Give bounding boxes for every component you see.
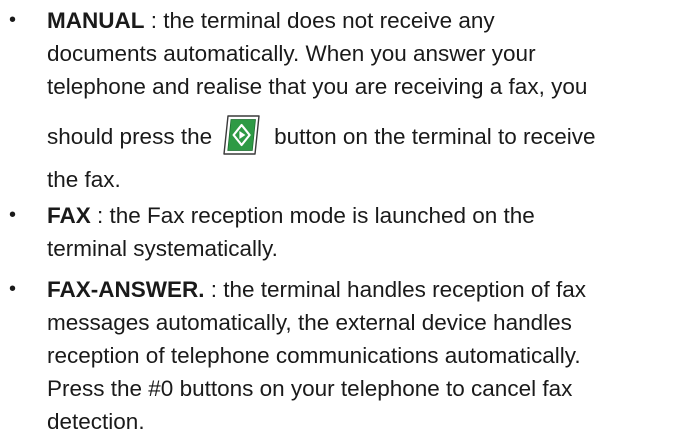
manual-line-1: MANUAL : the terminal does not receive a…: [47, 4, 672, 37]
fax-answer-line-1: FAX-ANSWER. : the terminal handles recep…: [47, 273, 672, 306]
term-fax: FAX: [47, 203, 91, 228]
bullet: •: [9, 9, 17, 31]
term-manual: MANUAL: [47, 8, 145, 33]
term-fax-answer: FAX-ANSWER.: [47, 277, 205, 302]
bullet: •: [9, 278, 17, 300]
document-body: • MANUAL : the terminal does not receive…: [0, 4, 680, 438]
start-button-icon: [222, 113, 262, 157]
manual-text-1: : the terminal does not receive any: [144, 8, 495, 33]
fax-answer-text-1: : the terminal handles reception of fax: [204, 277, 586, 302]
fax-text-1: : the Fax reception mode is launched on …: [90, 203, 535, 228]
bullet: •: [9, 204, 17, 226]
fax-answer-line-3: reception of telephone communications au…: [47, 343, 581, 368]
fax-line-1: FAX : the Fax reception mode is launched…: [47, 199, 672, 232]
list-item-fax-answer: • FAX-ANSWER. : the terminal handles rec…: [0, 273, 680, 438]
list-item-manual: • MANUAL : the terminal does not receive…: [0, 4, 680, 196]
manual-text-before-icon: should press the: [47, 124, 213, 149]
list-item-fax: • FAX : the Fax reception mode is launch…: [0, 199, 680, 265]
manual-text-after-icon: button on the terminal to receive: [274, 124, 596, 149]
fax-answer-line-5: detection.: [47, 409, 145, 434]
manual-line-5: the fax.: [47, 167, 121, 192]
manual-line-4: should press the button on the terminal …: [47, 111, 672, 163]
fax-line-2: terminal systematically.: [47, 236, 278, 261]
fax-answer-line-4: Press the #0 buttons on your telephone t…: [47, 376, 573, 401]
manual-line-2: documents automatically. When you answer…: [47, 41, 536, 66]
fax-answer-line-2: messages automatically, the external dev…: [47, 310, 572, 335]
manual-line-3: telephone and realise that you are recei…: [47, 74, 588, 99]
